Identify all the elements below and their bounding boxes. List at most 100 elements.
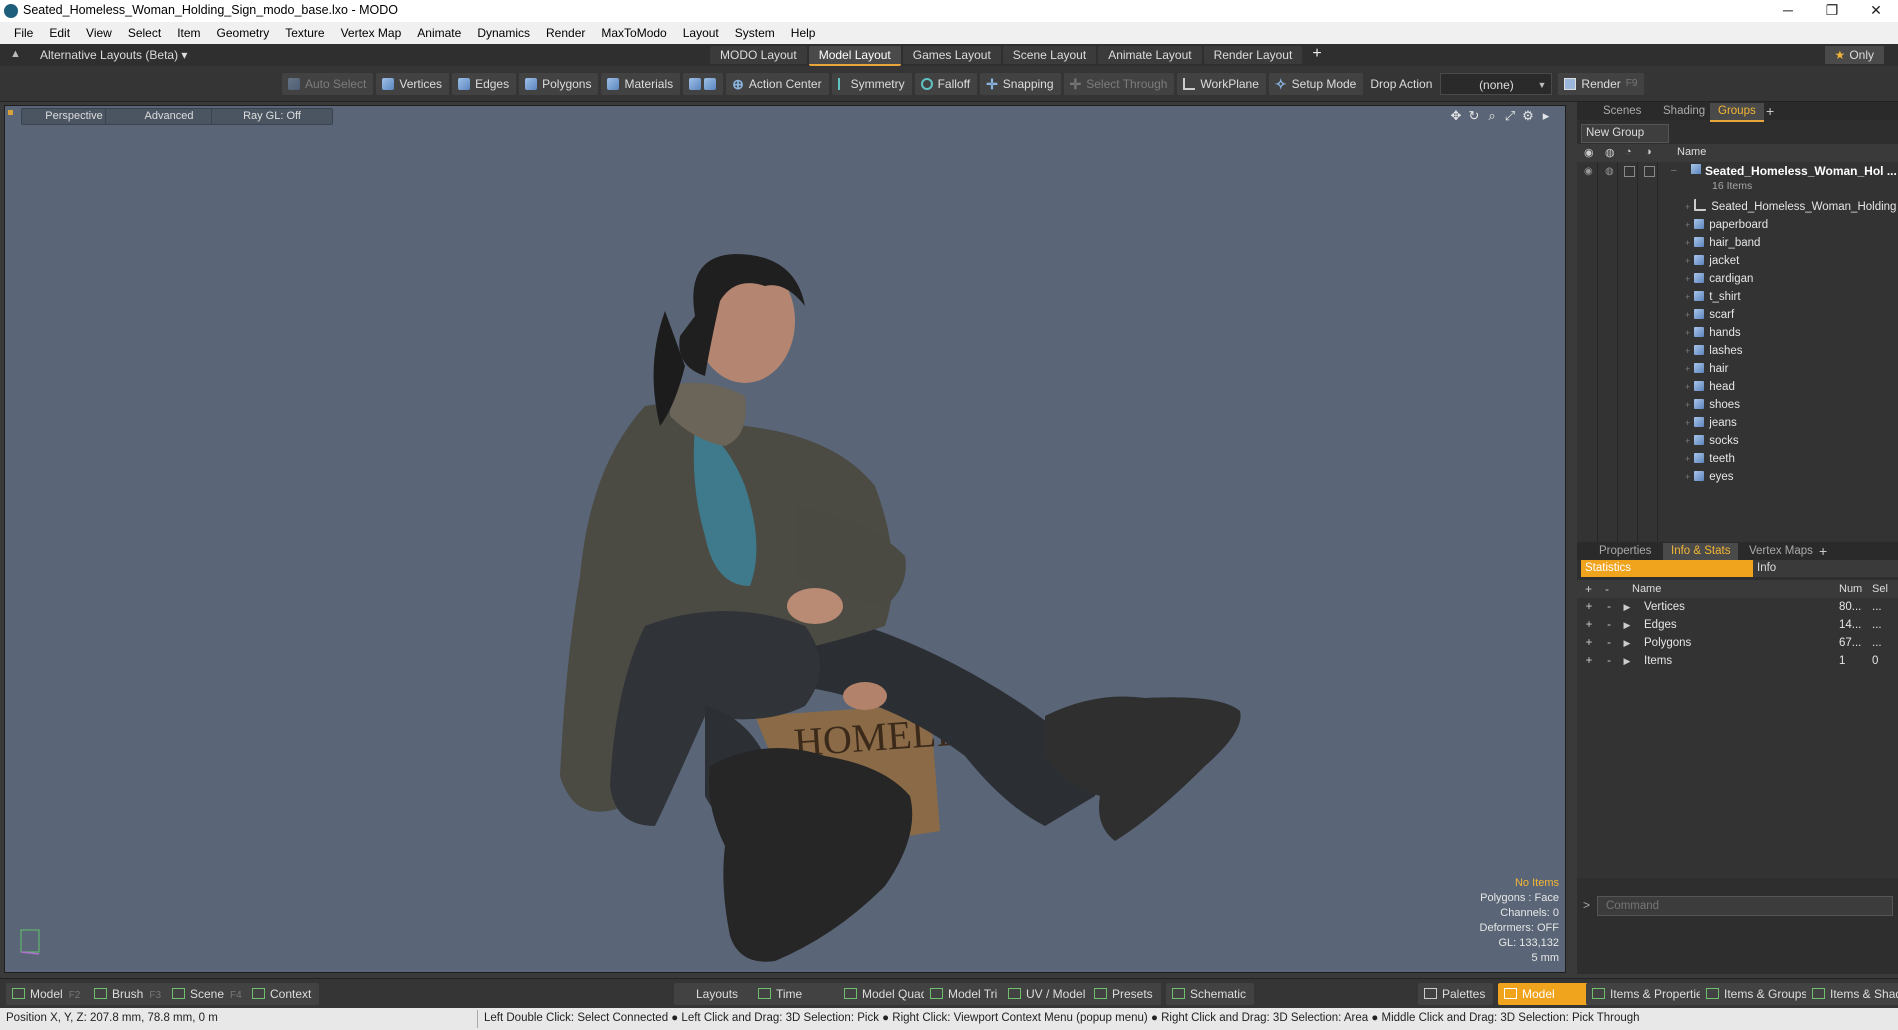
- model-layout-button[interactable]: Model: [1498, 983, 1590, 1005]
- tab-render-layout[interactable]: Render Layout: [1203, 46, 1303, 64]
- group-item[interactable]: + lashes: [1685, 342, 1743, 360]
- group-item[interactable]: + paperboard: [1685, 216, 1768, 234]
- expand-arrow-icon[interactable]: ▶: [1619, 616, 1635, 634]
- tab-animate-layout[interactable]: Animate Layout: [1098, 46, 1202, 64]
- tab-scenes[interactable]: Scenes: [1595, 103, 1649, 120]
- materials-button[interactable]: Materials: [601, 73, 681, 95]
- menu-view[interactable]: View: [78, 26, 120, 40]
- stats-row[interactable]: + - ▶ Edges 14......: [1577, 616, 1898, 634]
- menu-geometry[interactable]: Geometry: [209, 26, 278, 40]
- items-shading-button[interactable]: Items & Shading: [1806, 983, 1898, 1005]
- presets-button[interactable]: Presets: [1088, 983, 1161, 1005]
- scene-tab-button[interactable]: Scene F4: [166, 983, 250, 1005]
- add-icon[interactable]: +: [1581, 652, 1597, 670]
- group-item[interactable]: + t_shirt: [1685, 288, 1741, 306]
- group-item[interactable]: + cardigan: [1685, 270, 1753, 288]
- menu-item[interactable]: Item: [169, 26, 208, 40]
- name-column-header[interactable]: Name: [1677, 146, 1706, 158]
- menu-vertex-map[interactable]: Vertex Map: [333, 26, 410, 40]
- setup-mode-button[interactable]: ✧ Setup Mode: [1268, 73, 1364, 95]
- group-item[interactable]: + head: [1685, 378, 1735, 396]
- expand-arrow-icon[interactable]: ▶: [1619, 634, 1635, 652]
- add-icon[interactable]: +: [1581, 598, 1597, 616]
- tab-model-layout[interactable]: Model Layout: [808, 46, 901, 66]
- minimize-button[interactable]: ─: [1766, 0, 1810, 22]
- edges-button[interactable]: Edges: [452, 73, 517, 95]
- menu-texture[interactable]: Texture: [277, 26, 332, 40]
- polygons-button[interactable]: Polygons: [519, 73, 599, 95]
- group-item[interactable]: + hair: [1685, 360, 1728, 378]
- menu-edit[interactable]: Edit: [41, 26, 78, 40]
- add-icon[interactable]: +: [1581, 616, 1597, 634]
- 3d-viewport[interactable]: Perspective Advanced Ray GL: Off ✥ ↻ ⌕ ⤢…: [4, 105, 1566, 973]
- schematic-button[interactable]: Schematic: [1166, 983, 1255, 1005]
- snapping-button[interactable]: ✛ Snapping: [980, 73, 1061, 95]
- new-group-button[interactable]: New Group: [1581, 124, 1669, 143]
- menu-select[interactable]: Select: [120, 26, 169, 40]
- menu-animate[interactable]: Animate: [409, 26, 469, 40]
- select-through-button[interactable]: ✛ Select Through: [1063, 73, 1175, 95]
- expand-arrow-icon[interactable]: ▶: [1619, 598, 1635, 616]
- collapse-icon[interactable]: ▲: [10, 48, 21, 60]
- items-groups-button[interactable]: Items & Groups: [1700, 983, 1816, 1005]
- brush-tab-button[interactable]: Brush F3: [88, 983, 170, 1005]
- menu-help[interactable]: Help: [783, 26, 824, 40]
- tab-shading[interactable]: Shading: [1655, 103, 1713, 120]
- info-tab[interactable]: Info: [1753, 560, 1898, 577]
- stats-num-header[interactable]: Num: [1839, 583, 1862, 595]
- remove-icon[interactable]: -: [1601, 616, 1617, 634]
- only-button[interactable]: ★ Only: [1824, 46, 1884, 64]
- group-item[interactable]: + jacket: [1685, 252, 1739, 270]
- time-button[interactable]: Time: [752, 983, 850, 1005]
- close-button[interactable]: ✕: [1854, 0, 1898, 22]
- auto-select-button[interactable]: Auto Select: [282, 73, 374, 95]
- action-center-button[interactable]: ⊕ Action Center: [726, 73, 829, 95]
- group-item[interactable]: + hands: [1685, 324, 1741, 342]
- falloff-button[interactable]: Falloff: [914, 73, 978, 95]
- stats-row[interactable]: + - ▶ Items 1 0: [1577, 652, 1898, 670]
- stats-sel-header[interactable]: Sel: [1872, 583, 1888, 595]
- menu-layout[interactable]: Layout: [675, 26, 727, 40]
- collapse-all-icon[interactable]: -: [1605, 582, 1609, 596]
- menu-file[interactable]: File: [6, 26, 41, 40]
- group-item[interactable]: + scarf: [1685, 306, 1734, 324]
- group-item[interactable]: + Seated_Homeless_Woman_Holding ...: [1685, 198, 1898, 216]
- palettes-button[interactable]: Palettes: [1418, 983, 1494, 1005]
- stats-row[interactable]: + - ▶ Polygons 67......: [1577, 634, 1898, 652]
- expand-arrow-icon[interactable]: ▶: [1619, 652, 1635, 670]
- group-item[interactable]: + shoes: [1685, 396, 1740, 414]
- group-visibility-icon[interactable]: ◉: [1584, 166, 1593, 177]
- root-group-name[interactable]: Seated_Homeless_Woman_Hol ...: [1705, 164, 1897, 178]
- restore-button[interactable]: ❐: [1810, 0, 1854, 22]
- context-tab-button[interactable]: Context: [246, 983, 320, 1005]
- add-icon[interactable]: +: [1581, 634, 1597, 652]
- model-quad-button[interactable]: Model Quad: [838, 983, 936, 1005]
- command-input[interactable]: [1597, 896, 1893, 916]
- statistics-tab[interactable]: Statistics: [1581, 560, 1753, 577]
- items-properties-button[interactable]: Items & Properties: [1586, 983, 1717, 1005]
- tree-collapse-icon[interactable]: –: [1671, 165, 1677, 176]
- tab-scene-layout[interactable]: Scene Layout: [1002, 46, 1097, 64]
- menu-dynamics[interactable]: Dynamics: [469, 26, 538, 40]
- add-layout-tab-button[interactable]: +: [1304, 46, 1329, 66]
- stats-row[interactable]: + - ▶ Vertices 80......: [1577, 598, 1898, 616]
- model-tri-button[interactable]: Model Tri: [924, 983, 1006, 1005]
- stats-name-header[interactable]: Name: [1632, 583, 1661, 595]
- remove-icon[interactable]: -: [1601, 598, 1617, 616]
- group-select-checkbox[interactable]: [1644, 166, 1655, 177]
- group-item[interactable]: + teeth: [1685, 450, 1735, 468]
- symmetry-button[interactable]: Symmetry: [831, 73, 912, 95]
- render-button[interactable]: Render F9: [1558, 73, 1645, 95]
- tab-properties[interactable]: Properties: [1591, 543, 1659, 560]
- menu-maxtomodo[interactable]: MaxToModo: [593, 26, 674, 40]
- layouts-button[interactable]: Layouts: [674, 983, 761, 1005]
- alternative-layouts-dropdown[interactable]: Alternative Layouts (Beta) ▾: [40, 48, 187, 62]
- item-mode-button[interactable]: [683, 73, 724, 95]
- remove-icon[interactable]: -: [1601, 652, 1617, 670]
- workplane-button[interactable]: WorkPlane: [1177, 73, 1266, 95]
- uv-model-button[interactable]: UV / Model: [1002, 983, 1094, 1005]
- tab-groups[interactable]: Groups: [1710, 103, 1764, 122]
- vertices-button[interactable]: Vertices: [376, 73, 450, 95]
- tab-vertex-maps[interactable]: Vertex Maps: [1741, 543, 1821, 560]
- drop-action-dropdown[interactable]: (none) ▼: [1440, 73, 1553, 95]
